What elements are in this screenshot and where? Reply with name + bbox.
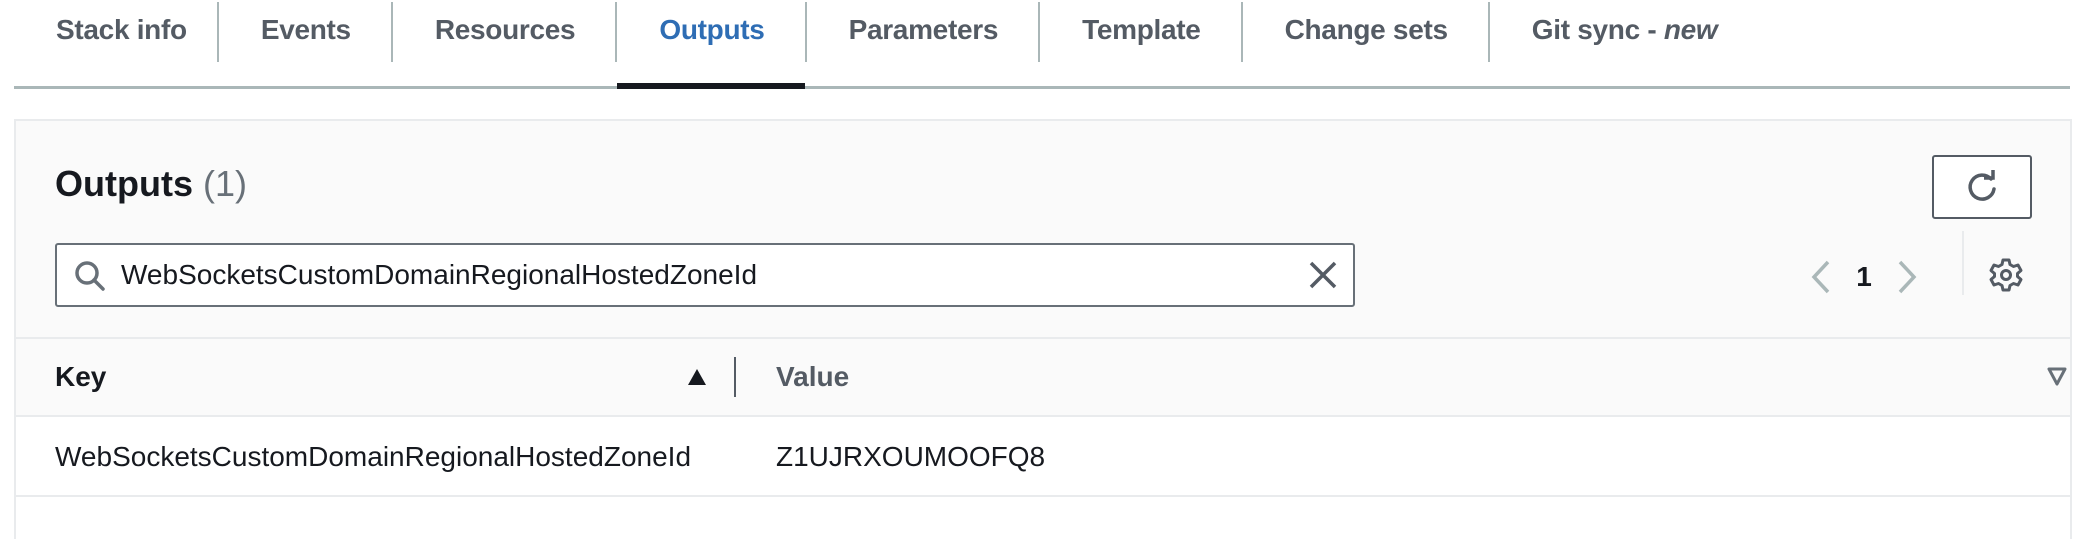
- pagination-divider: [1962, 231, 1964, 295]
- tab-events[interactable]: Events: [219, 0, 391, 86]
- panel-title: Outputs (1): [55, 163, 247, 205]
- pagination: 1: [1806, 257, 1922, 297]
- tab-label: Resources: [434, 14, 576, 45]
- tab-label: Git sync -: [1531, 14, 1664, 45]
- refresh-icon: [1968, 170, 1996, 201]
- tab-label: Outputs: [659, 14, 765, 45]
- chevron-left-icon: [1811, 260, 1830, 294]
- tab-parameters[interactable]: Parameters: [807, 0, 1039, 86]
- output-count: (1): [203, 163, 247, 204]
- output-key: WebSocketsCustomDomainRegionalHostedZone…: [55, 441, 692, 472]
- tab-change-sets[interactable]: Change sets: [1243, 0, 1488, 86]
- table-body-remainder: [16, 497, 2070, 557]
- table-header: Key Value: [16, 337, 2070, 417]
- current-page[interactable]: 1: [1836, 261, 1892, 293]
- tab-label: Template: [1082, 14, 1201, 45]
- panel-title-text: Outputs: [55, 163, 193, 204]
- tab-stack-info[interactable]: Stack info: [14, 0, 217, 86]
- close-icon[interactable]: [1307, 259, 1339, 291]
- sort-descending-icon[interactable]: [2046, 365, 2068, 387]
- tab-template[interactable]: Template: [1040, 0, 1240, 86]
- tab-bar: Stack info Events Resources Outputs Para…: [14, 0, 2070, 89]
- chevron-right-icon: [1898, 260, 1917, 294]
- tab-outputs[interactable]: Outputs: [617, 0, 805, 89]
- tab-label: Stack info: [56, 14, 187, 45]
- tab-label: Events: [260, 14, 351, 45]
- previous-page-button[interactable]: [1806, 259, 1836, 295]
- tab-label: Parameters: [848, 14, 999, 45]
- search-input[interactable]: [121, 253, 1281, 297]
- tab-resources[interactable]: Resources: [393, 0, 616, 86]
- table-row: WebSocketsCustomDomainRegionalHostedZone…: [16, 417, 2070, 497]
- search-icon: [75, 261, 105, 291]
- refresh-button[interactable]: [1932, 155, 2032, 219]
- output-value: Z1UJRXOUMOOFQ8: [776, 441, 1046, 472]
- column-header-value[interactable]: Value: [776, 361, 849, 393]
- sort-ascending-icon[interactable]: [686, 367, 708, 387]
- next-page-button[interactable]: [1892, 259, 1922, 295]
- search-field: [55, 243, 1355, 307]
- new-badge: new: [1663, 14, 1718, 45]
- column-header-key[interactable]: Key: [55, 361, 106, 393]
- gear-icon[interactable]: [1988, 257, 2024, 293]
- tab-label: Change sets: [1284, 14, 1449, 45]
- column-resizer[interactable]: [734, 357, 736, 397]
- outputs-panel: Outputs (1) 1 Key: [14, 119, 2072, 557]
- tab-git-sync[interactable]: Git sync - new: [1490, 0, 1758, 86]
